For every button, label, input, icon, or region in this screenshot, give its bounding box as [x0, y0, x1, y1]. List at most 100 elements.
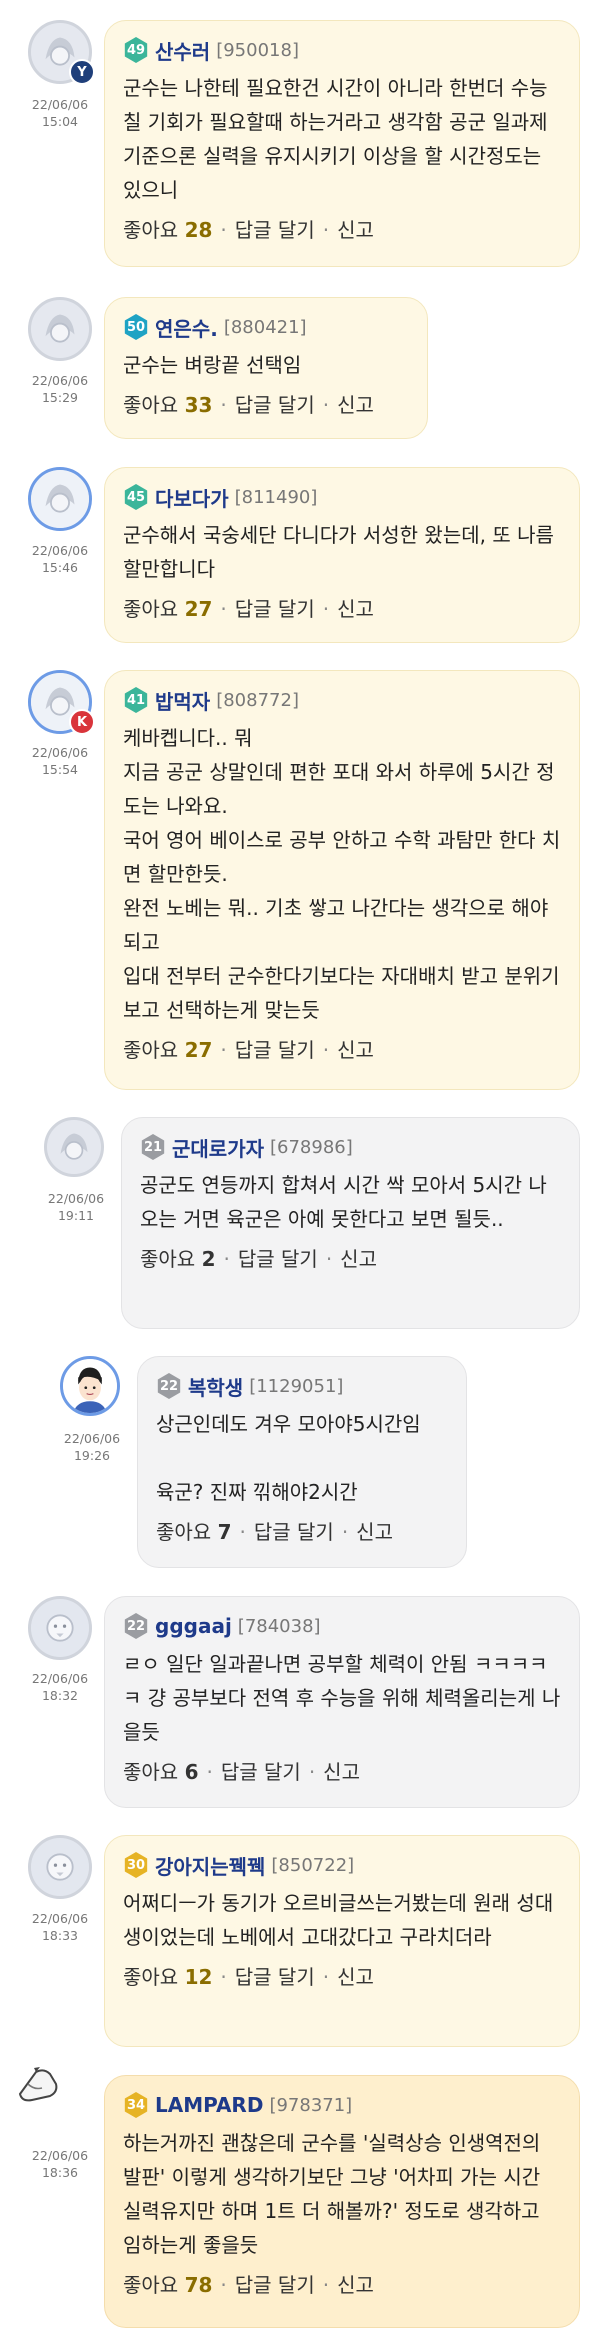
- reply-button[interactable]: 답글 달기: [235, 218, 315, 242]
- comment-body: 상근인데도 겨우 모아야5시간임 육군? 진짜 끾해야2시간: [156, 1412, 421, 1504]
- like-button[interactable]: 좋아요 28: [123, 218, 212, 242]
- reply-button[interactable]: 답글 달기: [254, 1520, 334, 1544]
- like-count: 12: [184, 1965, 213, 1989]
- report-button[interactable]: 신고: [356, 1520, 393, 1544]
- report-button[interactable]: 신고: [337, 597, 374, 621]
- avatar[interactable]: [28, 297, 92, 361]
- comment-time: 18:36: [41, 2165, 79, 2180]
- comment-body: 군수는 벼랑끝 선택임: [123, 353, 302, 377]
- report-button[interactable]: 신고: [323, 1760, 360, 1784]
- comment-header: 50 연은수. [880421]: [123, 312, 409, 342]
- comment-body: 군수해서 국숭세단 다니다가 서성한 왔는데, 또 나름 할만합니다: [123, 523, 561, 581]
- comment-timestamp: 22/06/06 15:29: [20, 372, 100, 406]
- report-button[interactable]: 신고: [337, 393, 374, 417]
- nickname[interactable]: 산수러: [155, 36, 210, 65]
- comment-timestamp: 22/06/06 18:33: [20, 1910, 100, 1944]
- comment-body: 하는거까진 괜찮은데 군수를 '실력상승 인생역전의 발판' 이렇게 생각하기보…: [123, 2131, 547, 2257]
- comment-time: 15:04: [41, 114, 79, 129]
- comment-time: 15:54: [41, 762, 79, 777]
- user-id: [678986]: [270, 1136, 353, 1158]
- comment-body: 공군도 연등까지 합쳐서 시간 싹 모아서 5시간 나오는 거면 육군은 아예 …: [140, 1173, 547, 1231]
- avatar-badge: Y: [69, 59, 95, 85]
- comment-body: ㄹㅇ 일단 일과끝나면 공부할 체력이 안됨 ㅋㅋㅋㅋㅋ 걍 공부보다 전역 후…: [123, 1652, 561, 1744]
- comment-time: 18:32: [41, 1688, 79, 1703]
- avatar[interactable]: [28, 467, 92, 531]
- comment-actions: 좋아요 12 · 답글 달기 · 신고: [123, 1965, 374, 1989]
- comment-time: 19:11: [57, 1208, 95, 1223]
- comment-header: 49 산수러 [950018]: [123, 35, 561, 65]
- user-id: [1129051]: [249, 1375, 344, 1397]
- report-button[interactable]: 신고: [340, 1247, 377, 1271]
- avatar[interactable]: K: [28, 670, 95, 735]
- report-button[interactable]: 신고: [337, 1038, 374, 1062]
- comment-bubble: 45 다보다가 [811490] 군수해서 국숭세단 다니다가 서성한 왔는데,…: [104, 467, 580, 643]
- like-button[interactable]: 좋아요 27: [123, 1038, 212, 1062]
- comment-date: 22/06/06: [31, 97, 89, 112]
- comment-header: 22 gggaaj [784038]: [123, 1611, 561, 1641]
- reply-button[interactable]: 답글 달기: [238, 1247, 318, 1271]
- like-count: 27: [184, 1038, 213, 1062]
- reply-button[interactable]: 답글 달기: [235, 2273, 315, 2297]
- comment-timestamp: 22/06/06 15:04: [20, 96, 100, 130]
- level-badge-icon: 41: [124, 687, 148, 713]
- report-button[interactable]: 신고: [337, 2273, 374, 2297]
- comment-date: 22/06/06: [31, 2148, 89, 2163]
- comment-body: 케바켑니다.. 뭐 지금 공군 상말인데 편한 포대 와서 하루에 5시간 정도…: [123, 726, 561, 1022]
- avatar[interactable]: [28, 1596, 92, 1660]
- like-count: 2: [201, 1247, 216, 1271]
- reply-button[interactable]: 답글 달기: [235, 393, 315, 417]
- reply-button[interactable]: 답글 달기: [221, 1760, 301, 1784]
- level-badge-icon: 34: [124, 2092, 148, 2118]
- user-id: [808772]: [216, 689, 299, 711]
- comment-bubble: 41 밥먹자 [808772] 케바켑니다.. 뭐 지금 공군 상말인데 편한 …: [104, 670, 580, 1090]
- user-id: [850722]: [271, 1854, 355, 1876]
- like-button[interactable]: 좋아요 27: [123, 597, 212, 621]
- reply-button[interactable]: 답글 달기: [235, 1038, 315, 1062]
- nickname[interactable]: 군대로가자: [172, 1133, 264, 1162]
- like-button[interactable]: 좋아요 33: [123, 393, 212, 417]
- like-count: 78: [184, 2273, 213, 2297]
- comment-timestamp: 22/06/06 19:26: [52, 1430, 132, 1464]
- comment-actions: 좋아요 27 · 답글 달기 · 신고: [123, 1038, 374, 1062]
- comment-header: 30 강아지는꿱꿱 [850722]: [123, 1850, 561, 1880]
- comment-header: 21 군대로가자 [678986]: [140, 1132, 561, 1162]
- nickname[interactable]: gggaaj: [155, 1614, 232, 1638]
- avatar[interactable]: [60, 1356, 120, 1416]
- comment-header: 41 밥먹자 [808772]: [123, 685, 561, 715]
- user-id: [784038]: [237, 1615, 321, 1637]
- comment-date: 22/06/06: [63, 1431, 121, 1446]
- user-id: [811490]: [234, 486, 318, 508]
- like-button[interactable]: 좋아요 2: [140, 1247, 215, 1271]
- nickname[interactable]: 복학생: [188, 1372, 243, 1401]
- comment-date: 22/06/06: [31, 373, 89, 388]
- comment-time: 19:26: [73, 1448, 111, 1463]
- comment-actions: 좋아요 2 · 답글 달기 · 신고: [140, 1247, 377, 1271]
- report-button[interactable]: 신고: [337, 1965, 374, 1989]
- like-count: 6: [184, 1760, 199, 1784]
- level-badge-icon: 49: [124, 37, 148, 63]
- avatar-badge: K: [69, 709, 95, 735]
- comment-timestamp: 22/06/06 19:11: [36, 1190, 116, 1224]
- comment-bubble: 21 군대로가자 [678986] 공군도 연등까지 합쳐서 시간 싹 모아서 …: [121, 1117, 580, 1329]
- comment-bubble: 50 연은수. [880421] 군수는 벼랑끝 선택임 좋아요 33 · 답글 달…: [104, 297, 428, 439]
- avatar[interactable]: Y: [28, 20, 95, 85]
- comment-actions: 좋아요 7 · 답글 달기 · 신고: [156, 1520, 393, 1544]
- nickname[interactable]: 연은수.: [155, 313, 218, 342]
- reply-button[interactable]: 답글 달기: [235, 1965, 315, 1989]
- like-button[interactable]: 좋아요 6: [123, 1760, 198, 1784]
- level-badge-icon: 22: [157, 1373, 181, 1399]
- avatar[interactable]: [28, 1835, 92, 1899]
- nickname[interactable]: 강아지는꿱꿱: [155, 1851, 265, 1880]
- like-button[interactable]: 좋아요 12: [123, 1965, 212, 1989]
- report-button[interactable]: 신고: [337, 218, 374, 242]
- nickname[interactable]: 다보다가: [155, 483, 229, 512]
- like-button[interactable]: 좋아요 7: [156, 1520, 231, 1544]
- comment-date: 22/06/06: [47, 1191, 105, 1206]
- reply-button[interactable]: 답글 달기: [235, 597, 315, 621]
- comment-bubble: 22 gggaaj [784038] ㄹㅇ 일단 일과끝나면 공부할 체력이 안…: [104, 1596, 580, 1808]
- like-button[interactable]: 좋아요 78: [123, 2273, 212, 2297]
- nickname[interactable]: 밥먹자: [155, 686, 210, 715]
- avatar[interactable]: [44, 1117, 104, 1177]
- user-icon: [14, 2064, 62, 2104]
- nickname[interactable]: LAMPARD: [155, 2093, 263, 2117]
